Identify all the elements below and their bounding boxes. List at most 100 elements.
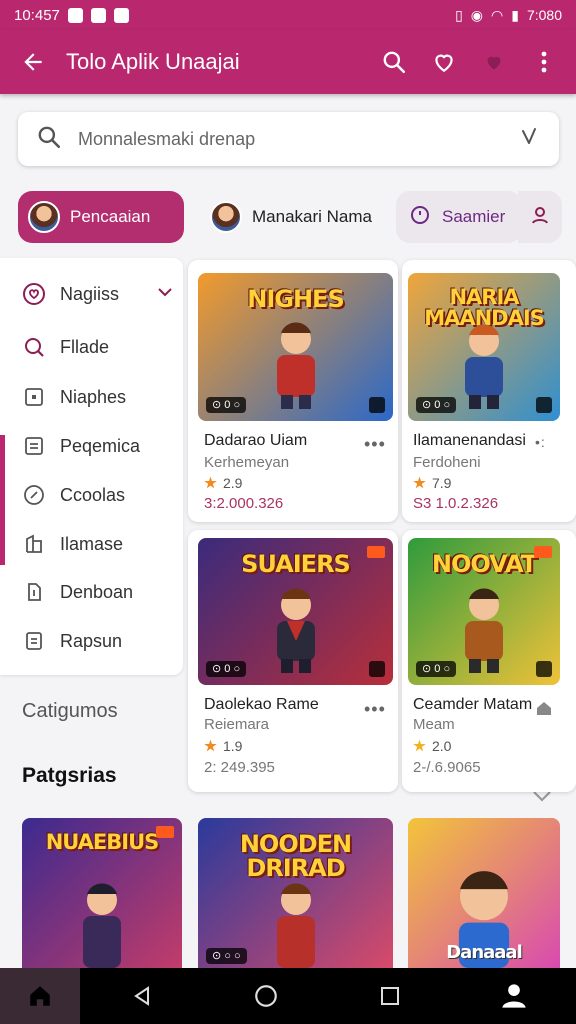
wifi-icon: ◠ <box>491 6 504 23</box>
bookmark-icon[interactable] <box>536 397 552 413</box>
more-vert-icon[interactable] <box>528 46 560 78</box>
profile-icon[interactable] <box>452 968 576 1024</box>
square-icon <box>22 385 46 409</box>
game-rating: 7.9 <box>413 475 451 491</box>
chip-saamier[interactable]: Saamier <box>396 191 522 243</box>
more-horiz-icon[interactable]: ••• <box>364 434 386 455</box>
chip-manakari-nama[interactable]: Manakari Nama <box>196 191 386 243</box>
game-thumbnail[interactable]: SUAIERS ⊙ 0 ○ <box>198 538 393 685</box>
game-name: Ilamanenandasi <box>413 432 526 449</box>
sidebar-item-rapsun[interactable]: Rapsun <box>22 626 122 656</box>
chip-label: Pencaaian <box>70 207 151 226</box>
thumbnail-badge: ⊙ 0 ○ <box>416 661 457 677</box>
game-name: Ceamder Matam <box>413 696 533 713</box>
heart-circle-icon <box>22 282 46 306</box>
location-icon: ◉ <box>470 6 484 23</box>
person-icon <box>530 205 550 230</box>
nav-home-circle-icon[interactable] <box>204 968 328 1024</box>
search-icon <box>36 124 62 155</box>
battery-icon: ▮ <box>511 6 519 23</box>
star-icon <box>204 739 217 752</box>
filter-chips: Pencaaian Manakari Nama Saamier <box>18 191 563 243</box>
page-title: Tolo Aplik Unaajai <box>66 49 240 74</box>
avatar <box>210 201 242 233</box>
heart-badge-icon[interactable] <box>478 46 510 78</box>
search-icon[interactable] <box>378 46 410 78</box>
thumbnail-title: Danaaal <box>446 942 523 963</box>
chip-pencaaian[interactable]: Pencaaian <box>18 191 184 243</box>
bookmark-icon[interactable] <box>536 661 552 677</box>
compass-icon <box>22 483 46 507</box>
sidebar-item-denboan[interactable]: Denboan <box>22 577 133 607</box>
system-nav-bar <box>0 968 576 1024</box>
game-thumbnail[interactable]: NARIA MAANDAIS ⊙ 0 ○ <box>408 273 560 421</box>
status-bar: 10:457 ▯ ◉ ◠ ▮ 7:080 <box>0 0 576 30</box>
game-thumbnail[interactable]: NUAEBIUS <box>22 818 182 968</box>
notification-app-icon <box>90 7 106 23</box>
chip-label: Saamier <box>442 207 506 226</box>
building-icon <box>22 532 46 556</box>
sidebar-item-niaphes[interactable]: Niaphes <box>22 382 126 412</box>
chevron-down-icon[interactable] <box>156 283 174 306</box>
bookmark-icon[interactable] <box>369 661 385 677</box>
nav-recents-icon[interactable] <box>328 968 452 1024</box>
game-thumbnail[interactable]: NIGHES ⊙ 0 ○ <box>198 273 393 421</box>
game-developer: Ferdoheni <box>413 454 481 471</box>
sidebar-item-label: Peqemica <box>60 435 141 456</box>
game-price: 2-/.6.9065 <box>413 759 481 776</box>
game-developer: Reiemara <box>204 716 270 733</box>
magnifier-icon <box>22 335 46 359</box>
list-box-icon <box>22 434 46 458</box>
home-badge-icon <box>535 699 553 722</box>
mic-icon[interactable] <box>517 125 541 154</box>
section-categories-label: Catigumos <box>22 700 118 722</box>
rating-value: 2.0 <box>432 738 452 754</box>
heart-icon[interactable] <box>428 46 460 78</box>
game-thumbnail[interactable]: NOODEN DRIRAD ⊙ ○ ○ <box>198 818 393 968</box>
chip-label: Manakari Nama <box>252 207 372 226</box>
thumbnail-badge: ⊙ 0 ○ <box>416 397 457 413</box>
game-name: Dadarao Uiam <box>204 432 308 449</box>
game-developer: Meam <box>413 716 455 733</box>
sidebar-selection-indicator <box>0 435 5 565</box>
status-right-text: 7:080 <box>526 7 562 23</box>
rating-value: 7.9 <box>432 475 452 491</box>
thumbnail-badge: ⊙ 0 ○ <box>206 397 247 413</box>
game-price: 2: 249.395 <box>204 759 275 776</box>
game-thumbnail[interactable]: Danaaal <box>408 818 560 968</box>
back-arrow-icon[interactable] <box>0 30 66 94</box>
sidebar-item-peqemica[interactable]: Peqemica <box>22 431 140 461</box>
search-bar[interactable]: Monnalesmaki drenap <box>18 112 559 166</box>
game-price: S3 1.0.2.326 <box>413 495 499 512</box>
home-icon[interactable] <box>0 968 80 1024</box>
rating-value: 2.9 <box>223 475 243 491</box>
hero-character-icon <box>276 322 315 409</box>
person-filter-button[interactable] <box>518 191 562 243</box>
bookmark-icon[interactable] <box>369 397 385 413</box>
doc-icon <box>22 580 46 604</box>
sidebar-item-fllade[interactable]: Fllade <box>22 332 109 362</box>
section-popular-heading: Patgsrias <box>22 764 117 787</box>
nav-back-icon[interactable] <box>80 968 204 1024</box>
sidebar-item-label: Niaphes <box>60 386 127 407</box>
new-tag-icon <box>367 546 385 558</box>
more-horiz-icon[interactable]: ••• <box>364 699 386 720</box>
star-icon <box>204 476 217 489</box>
more-horiz-icon[interactable]: •: <box>535 434 546 450</box>
hero-character-icon <box>465 588 503 673</box>
vibrate-icon: ▯ <box>455 6 463 23</box>
sidebar-item-nagiiss[interactable]: Nagiiss <box>22 279 172 309</box>
sidebar-item-label: Denboan <box>60 581 134 602</box>
category-sidebar <box>0 258 183 675</box>
rating-value: 1.9 <box>223 738 243 754</box>
sidebar-item-ilamase[interactable]: Ilamase <box>22 529 123 559</box>
game-price: 3:2.000.326 <box>204 495 284 512</box>
search-input[interactable]: Monnalesmaki drenap <box>78 129 517 150</box>
sidebar-item-label: Nagiiss <box>60 283 120 304</box>
game-thumbnail[interactable]: NOOVAT ⊙ 0 ○ <box>408 538 560 685</box>
sidebar-item-ccoolas[interactable]: Ccoolas <box>22 480 125 510</box>
new-tag-icon <box>534 546 552 558</box>
game-rating: 1.9 <box>204 738 242 754</box>
game-rating: 2.0 <box>413 738 451 754</box>
game-developer: Kerhemeyan <box>204 454 290 471</box>
